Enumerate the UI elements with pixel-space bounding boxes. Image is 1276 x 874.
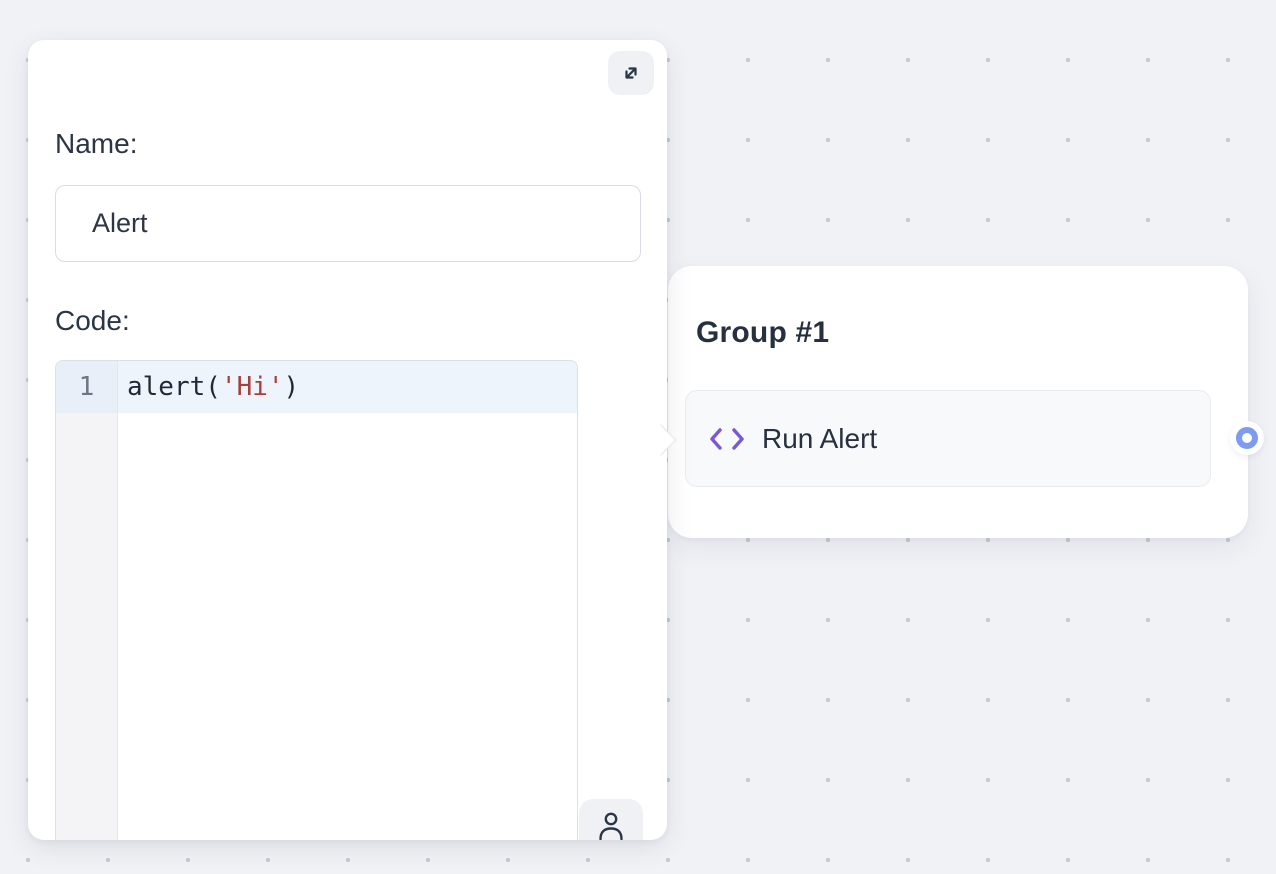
code-brackets-icon [710, 427, 744, 451]
group-node-card[interactable]: Group #1 Run Alert [668, 266, 1248, 538]
node-item-label: Run Alert [762, 423, 877, 455]
name-label: Name: [55, 128, 137, 160]
code-token-string: 'Hi' [221, 372, 284, 402]
code-editor[interactable]: 1 alert('Hi') [55, 360, 578, 840]
expand-diagonal-icon [619, 61, 643, 85]
flow-canvas[interactable]: Group #1 Run Alert Name: [0, 0, 1276, 874]
code-label: Code: [55, 305, 130, 337]
output-connection-handle[interactable] [1236, 427, 1258, 449]
expand-button[interactable] [608, 51, 654, 95]
code-token: ) [284, 372, 300, 402]
user-button[interactable] [579, 799, 643, 840]
group-title: Group #1 [696, 316, 829, 350]
person-icon [597, 811, 625, 840]
line-number: 1 [56, 361, 117, 413]
code-area[interactable]: alert('Hi') [118, 361, 577, 840]
node-item-run-alert[interactable]: Run Alert [685, 390, 1211, 487]
code-token: alert( [127, 372, 221, 402]
name-input[interactable] [55, 185, 641, 262]
node-editor-panel: Name: Code: 1 alert('Hi') [28, 40, 667, 840]
line-number-gutter: 1 [56, 361, 118, 840]
code-line-1[interactable]: alert('Hi') [118, 361, 577, 413]
